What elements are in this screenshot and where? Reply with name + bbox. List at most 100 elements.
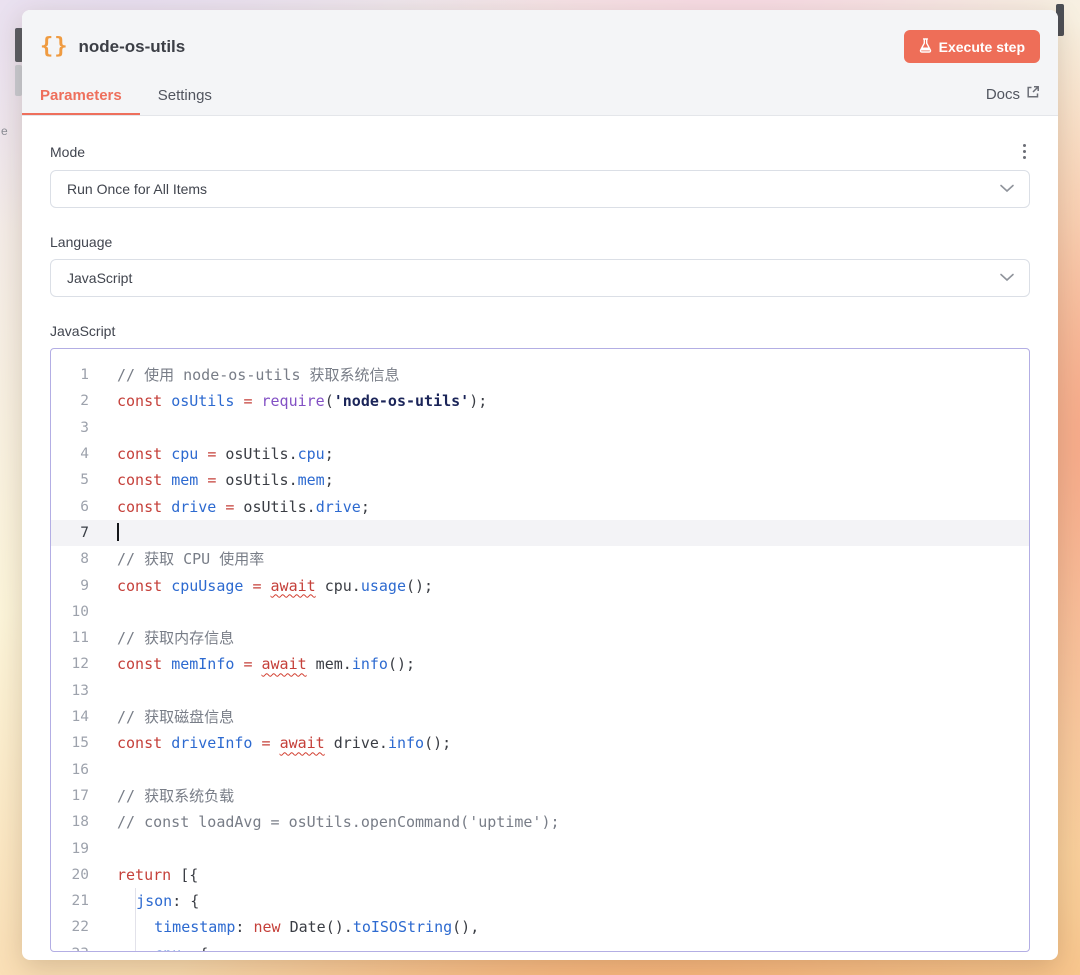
code-node-icon: {} xyxy=(40,34,69,59)
code-line-content xyxy=(89,836,117,862)
code-line[interactable]: 17// 获取系统负载 xyxy=(51,783,1029,809)
line-number: 14 xyxy=(51,704,89,730)
code-line-content xyxy=(89,599,117,625)
code-line-content xyxy=(89,757,117,783)
line-number: 23 xyxy=(51,941,89,952)
language-label: Language xyxy=(50,234,112,250)
node-detail-modal: {} node-os-utils Execute step Parameters… xyxy=(22,10,1058,960)
code-line[interactable]: 2const osUtils = require('node-os-utils'… xyxy=(51,388,1029,414)
code-line[interactable]: 8// 获取 CPU 使用率 xyxy=(51,546,1029,572)
code-line-content: // const loadAvg = osUtils.openCommand('… xyxy=(89,809,560,835)
code-line-content xyxy=(89,415,117,441)
line-number: 8 xyxy=(51,546,89,572)
title-row: {} node-os-utils Execute step xyxy=(22,10,1058,69)
line-number: 21 xyxy=(51,888,89,914)
line-number: 9 xyxy=(51,573,89,599)
line-number: 22 xyxy=(51,914,89,940)
background-stray-text: e xyxy=(1,124,8,138)
execute-step-button[interactable]: Execute step xyxy=(904,30,1040,63)
code-editor[interactable]: 1// 使用 node-os-utils 获取系统信息2const osUtil… xyxy=(50,348,1030,952)
code-line-content: // 获取内存信息 xyxy=(89,625,234,651)
line-number: 18 xyxy=(51,809,89,835)
mode-label: Mode xyxy=(50,144,85,160)
tabs-row: Parameters Settings Docs xyxy=(22,69,1058,115)
line-number: 16 xyxy=(51,757,89,783)
code-line[interactable]: 10 xyxy=(51,599,1029,625)
code-line-content: // 获取磁盘信息 xyxy=(89,704,234,730)
code-line-content xyxy=(89,678,117,704)
chevron-down-icon xyxy=(999,269,1015,287)
mode-select-value: Run Once for All Items xyxy=(67,181,999,197)
chevron-down-icon xyxy=(999,180,1015,198)
line-number: 5 xyxy=(51,467,89,493)
external-link-icon xyxy=(1026,85,1040,103)
line-number: 10 xyxy=(51,599,89,625)
mode-select[interactable]: Run Once for All Items xyxy=(50,170,1030,208)
code-line-content: const memInfo = await mem.info(); xyxy=(89,651,415,677)
code-line[interactable]: 20return [{ xyxy=(51,862,1029,888)
language-select-value: JavaScript xyxy=(67,270,999,286)
line-number: 15 xyxy=(51,730,89,756)
line-number: 6 xyxy=(51,494,89,520)
mode-field-head: Mode xyxy=(50,142,1030,161)
code-line-content: const mem = osUtils.mem; xyxy=(89,467,334,493)
docs-label: Docs xyxy=(986,86,1020,103)
background-panel-edge-light xyxy=(15,65,22,96)
code-line[interactable]: 11// 获取内存信息 xyxy=(51,625,1029,651)
tab-parameters[interactable]: Parameters xyxy=(22,79,140,115)
code-line-content: json: { xyxy=(89,888,199,914)
line-number: 17 xyxy=(51,783,89,809)
code-line-content: const cpuUsage = await cpu.usage(); xyxy=(89,573,433,599)
code-line-content: const cpu = osUtils.cpu; xyxy=(89,441,334,467)
code-line[interactable]: 4const cpu = osUtils.cpu; xyxy=(51,441,1029,467)
code-line-content: const driveInfo = await drive.info(); xyxy=(89,730,451,756)
code-line-content: timestamp: new Date().toISOString(), xyxy=(89,914,479,940)
code-line-content: return [{ xyxy=(89,862,198,888)
line-number: 19 xyxy=(51,836,89,862)
line-number: 3 xyxy=(51,415,89,441)
code-line[interactable]: 5const mem = osUtils.mem; xyxy=(51,467,1029,493)
flask-icon xyxy=(919,38,932,56)
tab-settings[interactable]: Settings xyxy=(140,79,230,115)
parameters-panel: Mode Run Once for All Items Language Jav… xyxy=(22,116,1058,960)
code-line[interactable]: 9const cpuUsage = await cpu.usage(); xyxy=(51,573,1029,599)
code-line[interactable]: 3 xyxy=(51,415,1029,441)
language-field-head: Language xyxy=(50,234,1030,250)
modal-header: {} node-os-utils Execute step Parameters… xyxy=(22,10,1058,116)
code-lines: 1// 使用 node-os-utils 获取系统信息2const osUtil… xyxy=(51,362,1029,952)
code-line[interactable]: 1// 使用 node-os-utils 获取系统信息 xyxy=(51,362,1029,388)
language-select[interactable]: JavaScript xyxy=(50,259,1030,297)
line-number: 1 xyxy=(51,362,89,388)
line-number: 2 xyxy=(51,388,89,414)
code-line[interactable]: 23 cpu: { xyxy=(51,941,1029,952)
execute-step-label: Execute step xyxy=(939,39,1025,55)
line-number: 12 xyxy=(51,651,89,677)
code-line[interactable]: 22 timestamp: new Date().toISOString(), xyxy=(51,914,1029,940)
code-line[interactable]: 6const drive = osUtils.drive; xyxy=(51,494,1029,520)
code-line[interactable]: 14// 获取磁盘信息 xyxy=(51,704,1029,730)
code-section-label: JavaScript xyxy=(50,323,1030,339)
options-kebab-icon[interactable] xyxy=(1019,142,1030,161)
code-line-content: const drive = osUtils.drive; xyxy=(89,494,370,520)
text-cursor xyxy=(117,523,119,541)
docs-link[interactable]: Docs xyxy=(986,85,1040,115)
code-line-content: const osUtils = require('node-os-utils')… xyxy=(89,388,487,414)
line-number: 11 xyxy=(51,625,89,651)
code-line[interactable]: 7 xyxy=(51,520,1029,546)
code-line[interactable]: 18// const loadAvg = osUtils.openCommand… xyxy=(51,809,1029,835)
code-line[interactable]: 12const memInfo = await mem.info(); xyxy=(51,651,1029,677)
code-line[interactable]: 21 json: { xyxy=(51,888,1029,914)
code-line-content: cpu: { xyxy=(89,941,208,952)
line-number: 4 xyxy=(51,441,89,467)
code-line-content: // 获取 CPU 使用率 xyxy=(89,546,264,572)
code-line[interactable]: 15const driveInfo = await drive.info(); xyxy=(51,730,1029,756)
code-line[interactable]: 19 xyxy=(51,836,1029,862)
line-number: 13 xyxy=(51,678,89,704)
code-line[interactable]: 16 xyxy=(51,757,1029,783)
code-line-content xyxy=(89,520,119,546)
code-line-content: // 获取系统负载 xyxy=(89,783,234,809)
line-number: 7 xyxy=(51,520,89,546)
code-line-content: // 使用 node-os-utils 获取系统信息 xyxy=(89,362,400,388)
line-number: 20 xyxy=(51,862,89,888)
code-line[interactable]: 13 xyxy=(51,678,1029,704)
